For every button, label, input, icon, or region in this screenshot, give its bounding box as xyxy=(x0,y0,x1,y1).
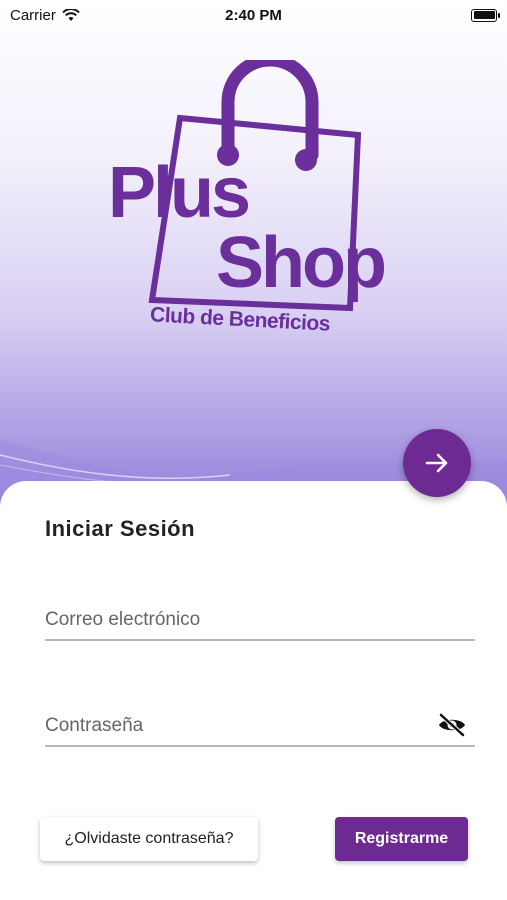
wifi-icon xyxy=(62,8,80,21)
eye-off-icon[interactable] xyxy=(437,713,467,737)
login-card: Iniciar Sesión ¿Olvidaste contraseña? Re… xyxy=(0,481,507,900)
password-field[interactable] xyxy=(45,707,475,745)
forgot-password-button[interactable]: ¿Olvidaste contraseña? xyxy=(40,817,258,861)
carrier-label: Carrier xyxy=(10,6,56,24)
battery-icon xyxy=(471,8,500,22)
login-title: Iniciar Sesión xyxy=(45,516,196,541)
password-field-container xyxy=(45,707,475,747)
arrow-right-icon xyxy=(425,453,448,473)
status-bar: Carrier 2:40 PM xyxy=(0,0,507,30)
email-field-container xyxy=(45,601,475,641)
logo-word-shop: Shop xyxy=(216,223,387,303)
continue-fab-button[interactable] xyxy=(403,429,471,497)
plus-shop-logo: Plus Shop Club de Beneficios xyxy=(100,60,410,350)
register-button[interactable]: Registrarme xyxy=(335,817,468,861)
email-field[interactable] xyxy=(45,601,475,639)
